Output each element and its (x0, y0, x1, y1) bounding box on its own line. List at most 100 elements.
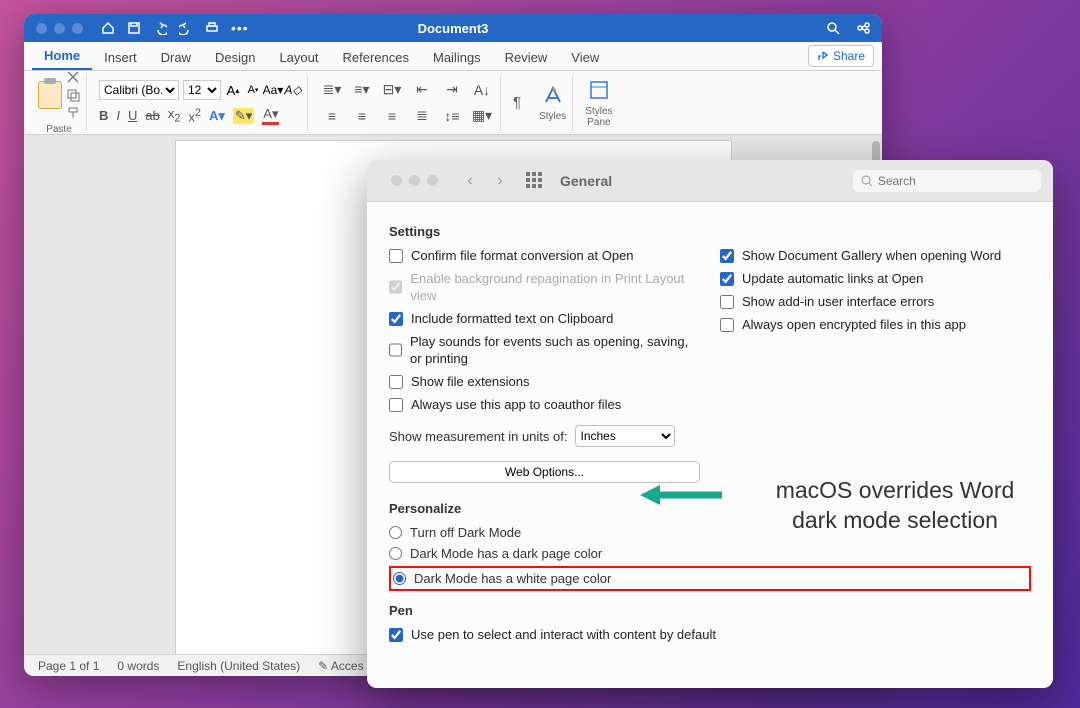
grow-font-icon[interactable]: A▴ (225, 82, 241, 98)
measurement-label: Show measurement in units of: (389, 429, 567, 444)
subscript-button[interactable]: x2 (168, 106, 181, 125)
search-icon (861, 175, 872, 187)
prefs-toolbar: ‹ › General (367, 160, 1053, 202)
status-words[interactable]: 0 words (117, 659, 159, 673)
line-spacing-icon[interactable]: ↕≡ (444, 108, 459, 124)
show-marks-icon[interactable]: ¶ (513, 94, 521, 111)
copy-icon[interactable] (66, 88, 80, 102)
clipboard-group: Paste (32, 75, 87, 131)
justify-icon[interactable]: ≣ (416, 107, 428, 124)
opt-auto-links[interactable]: Update automatic links at Open (720, 270, 1031, 287)
prefs-search[interactable] (853, 170, 1041, 192)
zoom-dot[interactable] (427, 175, 438, 186)
font-color-button[interactable]: A▾ (262, 106, 279, 125)
tab-layout[interactable]: Layout (267, 44, 330, 70)
opt-formatted-clipboard[interactable]: Include formatted text on Clipboard (389, 310, 700, 327)
ribbon-tabs: Home Insert Draw Design Layout Reference… (24, 42, 882, 71)
opt-pen-select[interactable]: Use pen to select and interact with cont… (389, 626, 1031, 643)
align-center-icon[interactable]: ≡ (358, 108, 366, 124)
annotation-text: macOS overrides Word dark mode selection (740, 476, 1050, 536)
text-effects-button[interactable]: A▾ (209, 108, 225, 124)
opt-doc-gallery[interactable]: Show Document Gallery when opening Word (720, 247, 1031, 264)
status-page[interactable]: Page 1 of 1 (38, 659, 99, 673)
shrink-font-icon[interactable]: A▾ (245, 82, 261, 98)
italic-button[interactable]: I (116, 108, 120, 123)
increase-indent-icon[interactable]: ⇥ (446, 81, 458, 98)
opt-addin-errors[interactable]: Show add-in user interface errors (720, 293, 1031, 310)
document-title: Document3 (24, 21, 882, 36)
change-case-icon[interactable]: Aa▾ (265, 82, 281, 98)
styles-label: Styles (539, 111, 566, 122)
paste-label: Paste (46, 124, 72, 135)
tab-review[interactable]: Review (493, 44, 560, 70)
web-options-button[interactable]: Web Options... (389, 461, 700, 483)
preferences-window: ‹ › General Settings Confirm file format… (367, 160, 1053, 688)
format-painter-icon[interactable] (66, 106, 80, 120)
ribbon: Paste Calibri (Bo... 12 A▴ A▾ Aa▾ A◇ B I… (24, 71, 882, 135)
share-button[interactable]: Share (808, 45, 874, 67)
tab-references[interactable]: References (331, 44, 421, 70)
font-name-select[interactable]: Calibri (Bo... (99, 80, 179, 100)
show-all-icon[interactable] (526, 172, 544, 190)
styles-pane-icon[interactable] (587, 78, 611, 102)
radio-white-page[interactable]: Dark Mode has a white page color (393, 570, 611, 587)
prefs-body: Settings Confirm file format conversion … (367, 202, 1053, 688)
styles-pane-group: Styles Pane (579, 75, 618, 131)
sort-icon[interactable]: A↓ (474, 82, 490, 98)
underline-button[interactable]: U (128, 108, 137, 123)
align-left-icon[interactable]: ≡ (328, 108, 336, 124)
styles-icon[interactable] (541, 83, 565, 107)
opt-background-repagination: Enable background repagination in Print … (389, 270, 700, 304)
tab-insert[interactable]: Insert (92, 44, 149, 70)
tab-design[interactable]: Design (203, 44, 267, 70)
align-right-icon[interactable]: ≡ (388, 108, 396, 124)
prefs-search-input[interactable] (878, 174, 1033, 188)
paragraph-extras: ¶ (507, 75, 527, 131)
opt-encrypted[interactable]: Always open encrypted files in this app (720, 316, 1031, 333)
cut-icon[interactable] (66, 70, 80, 84)
numbering-icon[interactable]: ≡▾ (354, 81, 369, 98)
tab-home[interactable]: Home (32, 42, 92, 70)
tab-draw[interactable]: Draw (149, 44, 203, 70)
clear-format-icon[interactable]: A◇ (285, 82, 301, 98)
multilevel-icon[interactable]: ⊟▾ (383, 81, 402, 98)
prefs-window-controls[interactable] (391, 175, 438, 186)
bullets-icon[interactable]: ≣▾ (323, 81, 342, 98)
settings-right-column: Show Document Gallery when opening Word … (720, 247, 1031, 483)
styles-pane-label: Styles Pane (585, 106, 612, 128)
word-titlebar: ••• Document3 (24, 14, 882, 42)
forward-button[interactable]: › (488, 170, 512, 192)
highlight-box: Dark Mode has a white page color (389, 566, 1031, 591)
highlight-button[interactable]: ✎▾ (233, 108, 254, 124)
back-button[interactable]: ‹ (458, 170, 482, 192)
close-dot[interactable] (391, 175, 402, 186)
tab-view[interactable]: View (559, 44, 611, 70)
tab-mailings[interactable]: Mailings (421, 44, 493, 70)
decrease-indent-icon[interactable]: ⇤ (416, 81, 428, 98)
measurement-select[interactable]: Inches (575, 425, 675, 447)
measurement-row: Show measurement in units of: Inches (389, 425, 700, 447)
font-group: Calibri (Bo... 12 A▴ A▾ Aa▾ A◇ B I U ab … (93, 75, 308, 131)
opt-confirm-format[interactable]: Confirm file format conversion at Open (389, 247, 700, 264)
opt-play-sounds[interactable]: Play sounds for events such as opening, … (389, 333, 700, 367)
status-accessibility[interactable]: ✎ Acces (318, 659, 363, 673)
pen-heading: Pen (389, 603, 1031, 618)
opt-show-extensions[interactable]: Show file extensions (389, 373, 700, 390)
strike-button[interactable]: ab (145, 108, 159, 123)
prefs-title: General (560, 173, 612, 189)
styles-group: Styles (533, 75, 573, 131)
superscript-button[interactable]: x2 (188, 107, 201, 124)
settings-left-column: Confirm file format conversion at Open E… (389, 247, 700, 483)
share-label: Share (833, 49, 865, 63)
bold-button[interactable]: B (99, 108, 108, 123)
font-size-select[interactable]: 12 (183, 80, 221, 100)
settings-heading: Settings (389, 224, 1031, 239)
paste-icon[interactable] (38, 81, 62, 109)
minimize-dot[interactable] (409, 175, 420, 186)
paragraph-group: ≣▾ ≡▾ ⊟▾ ⇤ ⇥ A↓ ≡ ≡ ≡ ≣ ↕≡ ▦▾ (314, 75, 501, 131)
borders-icon[interactable]: ▦▾ (472, 107, 492, 124)
status-language[interactable]: English (United States) (177, 659, 300, 673)
radio-dark-page[interactable]: Dark Mode has a dark page color (389, 545, 1031, 562)
share-icon (817, 50, 829, 62)
opt-coauthor[interactable]: Always use this app to coauthor files (389, 396, 700, 413)
